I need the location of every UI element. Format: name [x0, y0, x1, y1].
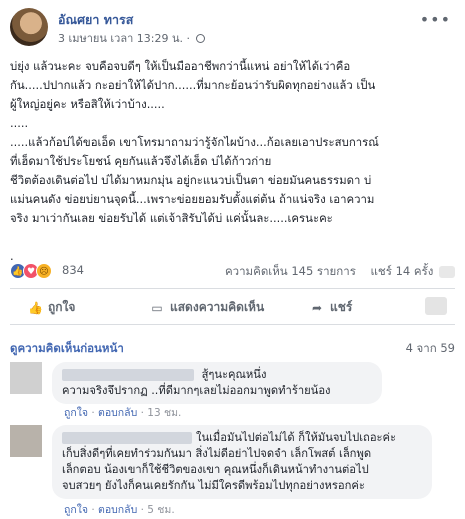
comment-time[interactable]: 13 ชม. — [147, 407, 181, 419]
author-avatar[interactable] — [10, 8, 48, 46]
comment-button[interactable]: ▭ แสดงความคิดเห็น — [150, 298, 264, 317]
post-timestamp[interactable]: 3 เมษายน เวลา 13:29 น. — [58, 32, 183, 45]
comment-footer: ถูกใจ · ตอบกลับ · 5 ชม. — [64, 504, 175, 516]
commenter-avatar[interactable] — [10, 425, 42, 457]
sad-reaction-icon: ☹ — [36, 263, 52, 279]
post-body-text: บ่ยุ่ง แล้วนะคะ จบคือจบดีๆ ให้เป็นมืออาช… — [10, 59, 379, 263]
comment-text-line2: ความจริงจึปรากฏ ..ที่ดีมากๆเลยไม่ออกมาพู… — [62, 384, 331, 397]
redacted-block — [439, 265, 455, 278]
post-header: อัณศยา ทารส 3 เมษายน เวลา 13:29 น. · ••• — [10, 8, 455, 48]
share-arrow-icon: ➦ — [311, 300, 323, 315]
comment-text-line1: สู้ๆนะคุณหนึ่ง — [201, 368, 267, 381]
stats-separator — [360, 264, 367, 278]
post-actions: 👍 ถูกใจ ▭ แสดงความคิดเห็น ➦ แชร์ — [10, 295, 455, 319]
commenter-name[interactable] — [62, 432, 192, 444]
comment-share-counts: ความคิดเห็น 145 รายการ แชร์ 14 ครั้ง — [225, 263, 455, 281]
commenter-name[interactable] — [62, 369, 194, 381]
reaction-icons[interactable]: 👍 ♥ ☹ — [10, 263, 52, 279]
comment-label: แสดงความคิดเห็น — [170, 300, 265, 314]
author-name[interactable]: อัณศยา ทารส — [58, 10, 133, 30]
facebook-post: อัณศยา ทารส 3 เมษายน เวลา 13:29 น. · •••… — [0, 0, 465, 519]
globe-icon — [196, 34, 206, 43]
comment-footer: ถูกใจ · ตอบกลับ · 13 ชม. — [64, 407, 182, 419]
share-button[interactable]: ➦ แชร์ — [310, 298, 352, 317]
divider — [10, 288, 455, 289]
comment-time[interactable]: 5 ชม. — [147, 504, 174, 516]
comment-reply-link[interactable]: ตอบกลับ — [98, 504, 137, 516]
thumbs-up-icon: 👍 — [28, 300, 43, 315]
reaction-count[interactable]: 834 — [62, 263, 84, 277]
comment-like-link[interactable]: ถูกใจ — [64, 504, 88, 516]
comment-bubble-icon: ▭ — [151, 300, 163, 315]
redacted-avatar[interactable] — [425, 297, 447, 315]
share-label: แชร์ — [330, 300, 353, 314]
comments-page-count: 4 จาก 59 — [405, 341, 455, 355]
comment-bubble: สู้ๆนะคุณหนึ่ง ความจริงจึปรากฏ ..ที่ดีมา… — [52, 362, 382, 404]
comments-count[interactable]: ความคิดเห็น 145 รายการ — [225, 264, 356, 278]
more-options-icon[interactable]: ••• — [420, 10, 451, 29]
post-meta: 3 เมษายน เวลา 13:29 น. · — [58, 29, 206, 47]
comment-like-link[interactable]: ถูกใจ — [64, 407, 88, 419]
comments-header: ดูความคิดเห็นก่อนหน้า 4 จาก 59 — [10, 340, 455, 358]
shares-count[interactable]: แชร์ 14 ครั้ง — [371, 264, 434, 278]
divider — [10, 324, 455, 325]
commenter-avatar[interactable] — [10, 362, 42, 394]
comment-reply-link[interactable]: ตอบกลับ — [98, 407, 137, 419]
like-button[interactable]: 👍 ถูกใจ — [28, 298, 75, 317]
post-stats: 👍 ♥ ☹ 834 ความคิดเห็น 145 รายการ แชร์ 14 ค… — [10, 262, 455, 282]
dot-separator: · — [186, 32, 190, 45]
like-label: ถูกใจ — [48, 300, 76, 314]
comment-bubble: ในเมื่อมันไปต่อไม่ได้ ก็ให้มันจบไปเถอะค่… — [52, 425, 432, 499]
view-previous-comments-link[interactable]: ดูความคิดเห็นก่อนหน้า — [10, 341, 124, 355]
